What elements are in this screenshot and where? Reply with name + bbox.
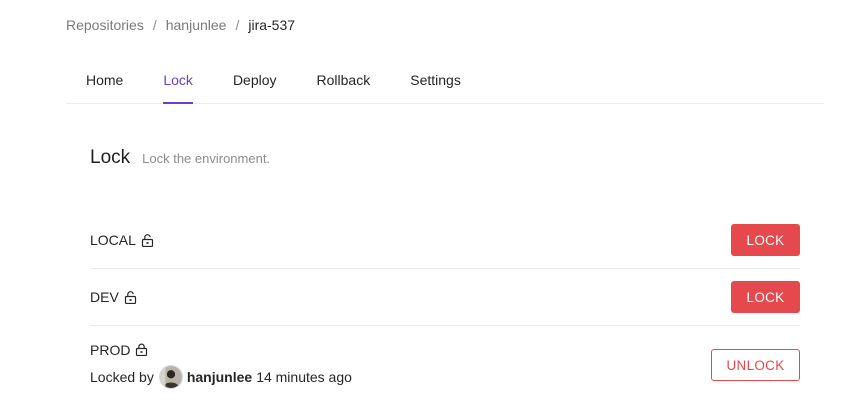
tab-home[interactable]: Home — [66, 64, 143, 103]
page-title: Lock — [90, 147, 131, 168]
page-description: Lock the environment. — [142, 151, 271, 166]
breadcrumb-repo: jira-537 — [248, 17, 296, 33]
environment-name: DEV — [90, 289, 119, 305]
tab-deploy[interactable]: Deploy — [213, 64, 297, 103]
breadcrumb-separator: / — [152, 17, 157, 33]
lock-icon — [135, 343, 148, 356]
tab-rollback[interactable]: Rollback — [297, 64, 391, 103]
breadcrumb-separator: / — [235, 17, 240, 33]
breadcrumb: Repositories / hanjunlee / jira-537 — [66, 17, 295, 33]
locked-by-label: Locked by — [90, 368, 154, 385]
page-header: Lock Lock the environment. — [90, 147, 270, 169]
unlock-icon — [141, 233, 154, 247]
unlock-icon — [124, 290, 137, 304]
lock-button-dev[interactable]: LOCK — [731, 281, 800, 313]
locked-time: 14 minutes ago — [256, 368, 352, 385]
locked-by-info: Locked by hanjunlee 14 minutes ago — [90, 364, 352, 389]
tab-lock[interactable]: Lock — [143, 64, 213, 104]
locked-by-user[interactable]: hanjunlee — [187, 369, 252, 385]
avatar[interactable] — [158, 364, 183, 389]
environment-name: PROD — [90, 341, 131, 358]
unlock-button-prod[interactable]: UNLOCK — [711, 349, 800, 381]
breadcrumb-owner[interactable]: hanjunlee — [166, 17, 227, 33]
environment-name-row: DEV — [90, 289, 137, 305]
environment-row-prod: PROD Locked by hanjunlee 14 minutes ago … — [90, 326, 800, 404]
environment-info: PROD Locked by hanjunlee 14 minutes ago — [90, 342, 352, 389]
breadcrumb-repositories[interactable]: Repositories — [66, 17, 144, 33]
tab-settings[interactable]: Settings — [390, 64, 481, 103]
lock-button-local[interactable]: LOCK — [731, 224, 800, 256]
environment-list: LOCAL LOCK DEV LOCK PROD Locked by hanju… — [90, 212, 800, 404]
environment-row-dev: DEV LOCK — [90, 269, 800, 326]
tab-bar: Home Lock Deploy Rollback Settings — [66, 64, 824, 104]
environment-name: LOCAL — [90, 232, 136, 248]
environment-row-local: LOCAL LOCK — [90, 212, 800, 269]
environment-name-row: LOCAL — [90, 232, 154, 248]
environment-name-row: PROD — [90, 342, 352, 358]
